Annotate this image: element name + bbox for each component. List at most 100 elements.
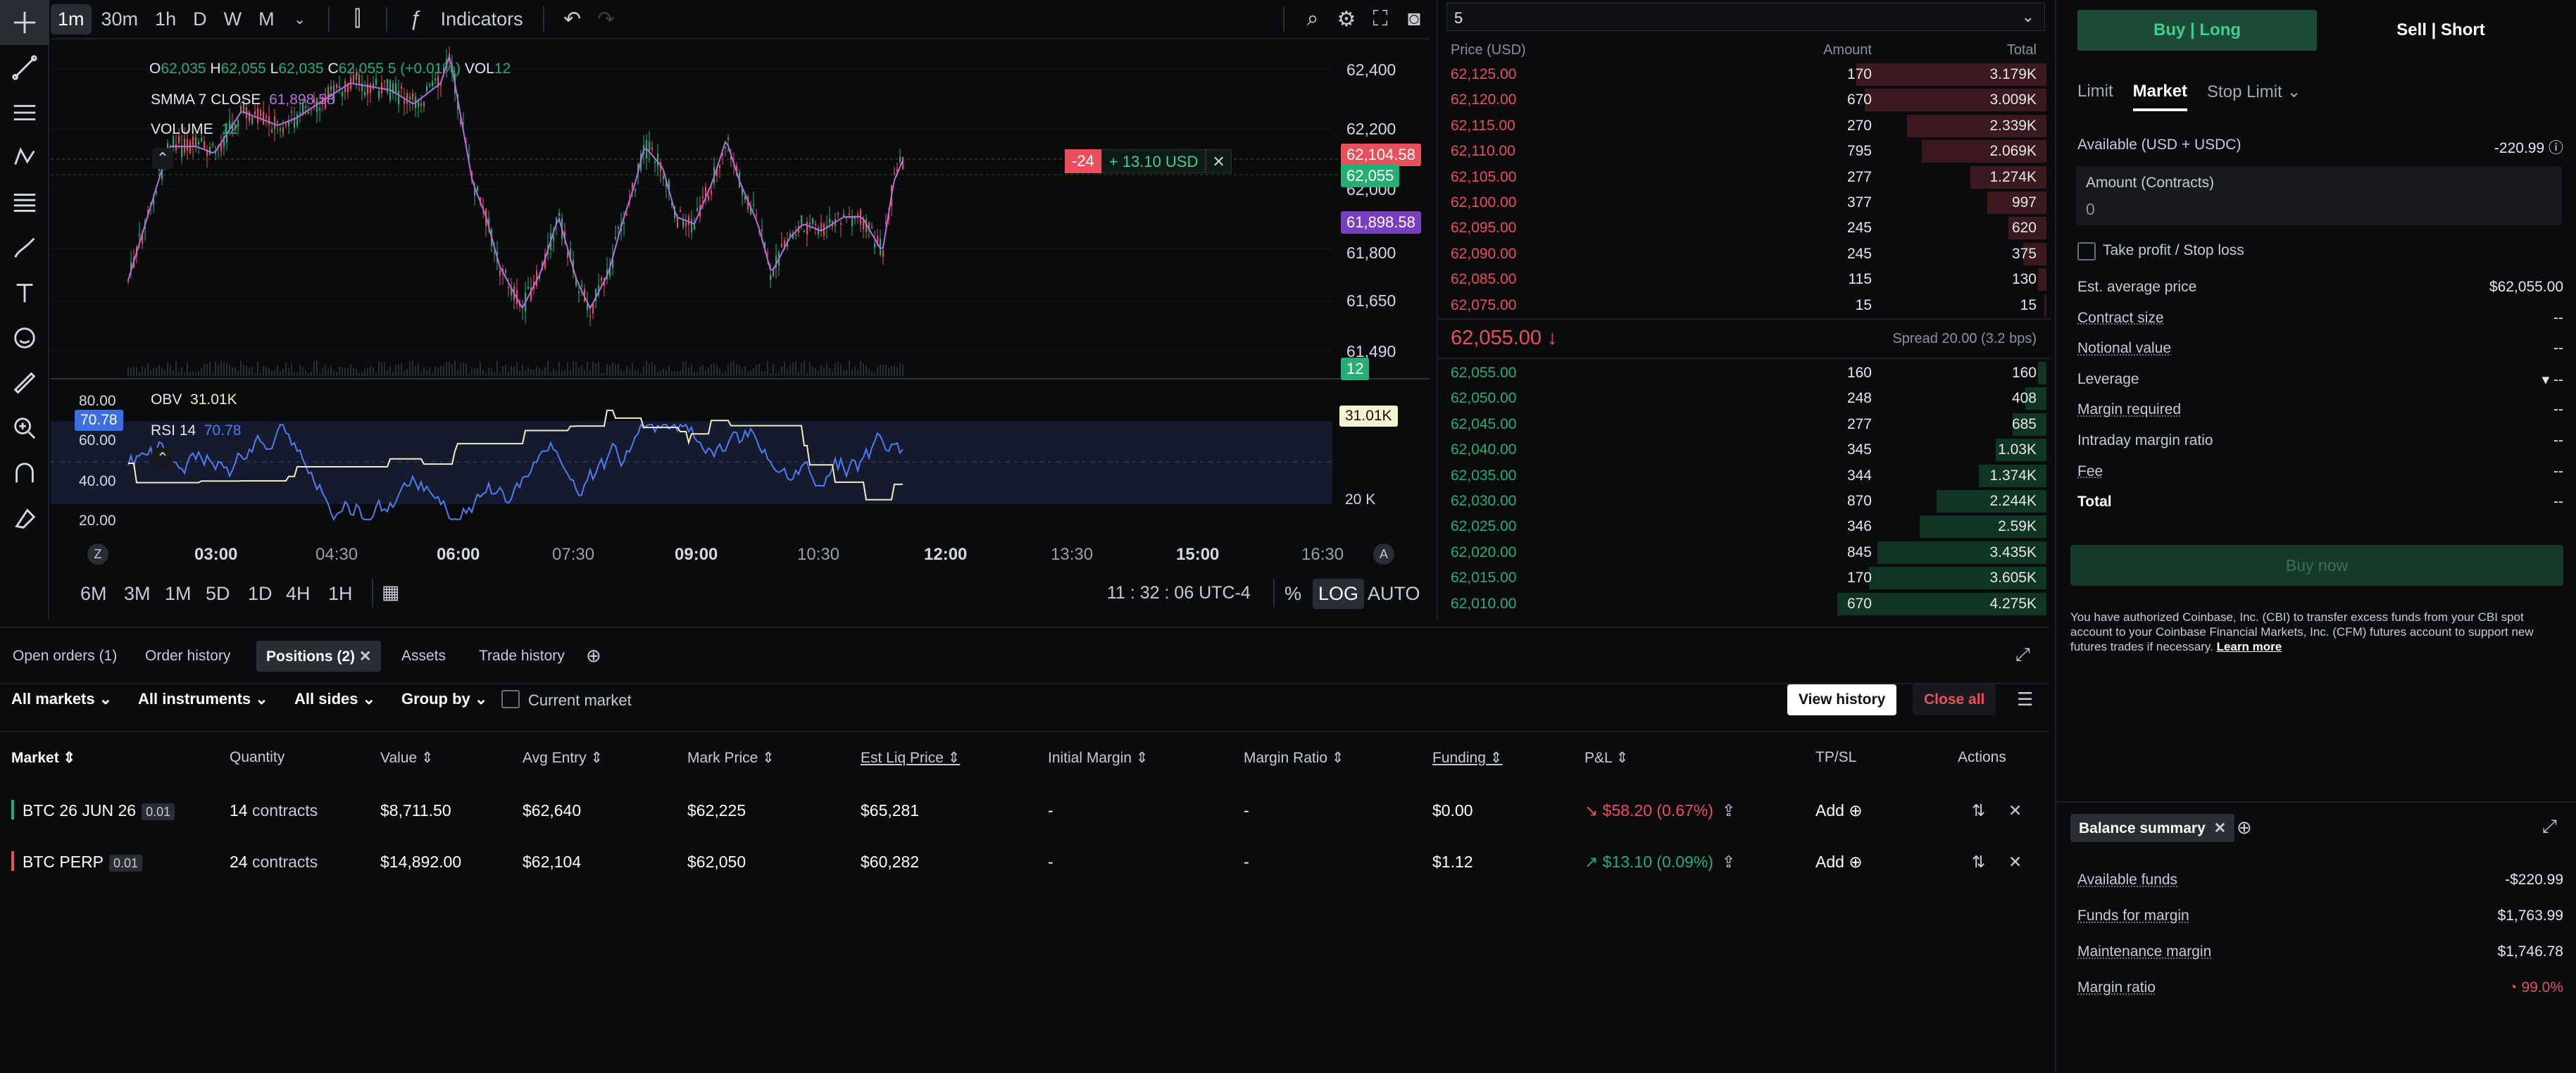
column-header[interactable]: Margin Ratio ⇕ bbox=[1244, 749, 1344, 767]
ask-row[interactable]: 62,075.00 15 15 bbox=[1438, 293, 2051, 318]
tab-market[interactable]: Market bbox=[2132, 82, 2188, 111]
bid-row[interactable]: 62,045.00 277 685 bbox=[1438, 412, 2051, 437]
function-icon[interactable]: ƒ bbox=[400, 4, 431, 34]
hlines-tool[interactable] bbox=[0, 90, 49, 135]
add-tab-icon[interactable]: ⊕ bbox=[2237, 817, 2252, 839]
tab-limit[interactable]: Limit bbox=[2077, 82, 2113, 111]
close-icon[interactable]: ✕ bbox=[2214, 820, 2227, 836]
column-header[interactable]: Value ⇕ bbox=[380, 749, 434, 767]
add-tab-icon[interactable]: ⊕ bbox=[586, 645, 601, 667]
tab-open-orders[interactable]: Open orders (1) bbox=[3, 641, 127, 672]
zoom-tool[interactable] bbox=[0, 406, 49, 451]
brush-tool[interactable] bbox=[0, 225, 49, 270]
timeframe-m[interactable]: M bbox=[251, 4, 282, 34]
ask-row[interactable]: 62,110.00 795 2.069K bbox=[1438, 139, 2051, 164]
ask-row[interactable]: 62,090.00 245 375 bbox=[1438, 241, 2051, 267]
sell-short-tab[interactable]: Sell | Short bbox=[2321, 10, 2561, 51]
collapse-indicator-button[interactable]: ⌃ bbox=[152, 448, 173, 469]
settings-icon[interactable]: ☰ bbox=[2017, 689, 2033, 710]
markets-filter[interactable]: All markets ⌄ bbox=[11, 690, 112, 708]
reverse-position-icon[interactable]: ⇅ bbox=[1972, 853, 1985, 872]
ruler-tool[interactable] bbox=[0, 360, 49, 406]
tpsl-checkbox[interactable] bbox=[2077, 242, 2096, 261]
magnet-tool[interactable] bbox=[0, 451, 49, 496]
expand-icon[interactable]: ⤢ bbox=[2542, 815, 2557, 838]
column-header[interactable]: Initial Margin ⇕ bbox=[1048, 749, 1148, 767]
column-header[interactable]: Avg Entry ⇕ bbox=[523, 749, 603, 767]
chevron-down-icon[interactable]: ⌄ bbox=[285, 4, 315, 34]
balance-summary-tab[interactable]: Balance summary ✕ bbox=[2070, 814, 2235, 842]
camera-icon[interactable]: ◙ bbox=[1399, 4, 1430, 34]
calendar-icon[interactable]: ▦ bbox=[382, 582, 400, 603]
candle-type-icon[interactable]: ⫿ bbox=[342, 4, 373, 34]
share-icon[interactable]: ⇪ bbox=[1722, 801, 1735, 820]
close-icon[interactable]: ✕ bbox=[359, 648, 372, 665]
undo-icon[interactable]: ↶ bbox=[557, 4, 588, 34]
bid-row[interactable]: 62,010.00 670 4.275K bbox=[1438, 591, 2051, 617]
price-chart[interactable]: O62,035 H62,055 L62,035 C62,055 5 (+0.01… bbox=[51, 41, 1430, 618]
group-by-filter[interactable]: Group by ⌄ bbox=[401, 690, 487, 708]
instruments-filter[interactable]: All instruments ⌄ bbox=[138, 690, 268, 708]
sides-filter[interactable]: All sides ⌄ bbox=[294, 690, 375, 708]
share-icon[interactable]: ⇪ bbox=[1722, 853, 1735, 871]
bid-row[interactable]: 62,025.00 346 2.59K bbox=[1438, 514, 2051, 539]
range-1h[interactable]: 1H bbox=[328, 583, 353, 605]
bid-row[interactable]: 62,050.00 248 408 bbox=[1438, 386, 2051, 411]
collapse-legend-button[interactable]: ⌃ bbox=[152, 148, 173, 169]
close-position-icon[interactable]: ✕ bbox=[2008, 853, 2022, 872]
close-position-icon[interactable]: ✕ bbox=[2008, 801, 2022, 820]
fib-tool[interactable] bbox=[0, 180, 49, 225]
tab-positions[interactable]: Positions (2) ✕ bbox=[256, 641, 382, 672]
tab-stop-limit[interactable]: Stop Limit ⌄ bbox=[2207, 82, 2301, 111]
amount-field[interactable]: Amount (Contracts) 0 bbox=[2076, 166, 2562, 225]
zoom-reset-button[interactable]: Z bbox=[87, 544, 108, 565]
info-icon[interactable]: ⓘ bbox=[2549, 140, 2563, 156]
tab-trade-history[interactable]: Trade history bbox=[469, 641, 575, 672]
gear-icon[interactable]: ⚙ bbox=[1331, 4, 1362, 34]
column-header[interactable]: Mark Price ⇕ bbox=[687, 749, 775, 767]
tab-order-history[interactable]: Order history bbox=[135, 641, 240, 672]
auto-scale-button[interactable]: A bbox=[1373, 544, 1394, 565]
aggregation-select[interactable]: 5 ⌄ bbox=[1446, 3, 2045, 31]
tab-assets[interactable]: Assets bbox=[392, 641, 456, 672]
percent-scale-button[interactable]: % bbox=[1284, 583, 1301, 605]
bid-row[interactable]: 62,055.00 160 160 bbox=[1438, 360, 2051, 386]
timeframe-1h[interactable]: 1h bbox=[148, 4, 183, 34]
range-4h[interactable]: 4H bbox=[286, 583, 311, 605]
range-3m[interactable]: 3M bbox=[124, 583, 151, 605]
auto-scale-toggle[interactable]: AUTO bbox=[1368, 583, 1420, 605]
current-market-checkbox[interactable] bbox=[501, 690, 520, 708]
timeframe-d[interactable]: D bbox=[186, 4, 214, 34]
bid-row[interactable]: 62,040.00 345 1.03K bbox=[1438, 437, 2051, 463]
bid-row[interactable]: 62,030.00 870 2.244K bbox=[1438, 489, 2051, 514]
range-1m[interactable]: 1M bbox=[165, 583, 192, 605]
redo-icon[interactable]: ↷ bbox=[591, 4, 622, 34]
ask-row[interactable]: 62,100.00 377 997 bbox=[1438, 190, 2051, 215]
buy-now-button[interactable]: Buy now bbox=[2070, 545, 2563, 586]
ask-row[interactable]: 62,115.00 270 2.339K bbox=[1438, 113, 2051, 139]
emoji-tool[interactable] bbox=[0, 315, 49, 360]
range-1d[interactable]: 1D bbox=[248, 583, 273, 605]
ask-row[interactable]: 62,085.00 115 130 bbox=[1438, 267, 2051, 292]
learn-more-link[interactable]: Learn more bbox=[2217, 640, 2282, 653]
bid-row[interactable]: 62,015.00 170 3.605K bbox=[1438, 565, 2051, 591]
eraser-tool[interactable] bbox=[0, 496, 49, 541]
trendline-tool[interactable] bbox=[0, 45, 49, 90]
column-header[interactable]: Funding ⇕ bbox=[1432, 749, 1502, 767]
text-tool[interactable] bbox=[0, 270, 49, 315]
tpsl-add-button[interactable]: Add ⊕ bbox=[1815, 853, 1863, 872]
close-all-button[interactable]: Close all bbox=[1913, 684, 1996, 715]
column-header[interactable]: P&L ⇕ bbox=[1584, 749, 1628, 767]
column-header[interactable]: Market ⇕ bbox=[11, 749, 75, 767]
expand-icon[interactable]: ⤢ bbox=[2015, 644, 2030, 666]
indicators-button[interactable]: Indicators bbox=[434, 4, 530, 34]
bid-row[interactable]: 62,035.00 344 1.374K bbox=[1438, 463, 2051, 489]
ask-row[interactable]: 62,125.00 170 3.179K bbox=[1438, 62, 2051, 87]
ask-row[interactable]: 62,095.00 245 620 bbox=[1438, 215, 2051, 241]
chart-canvas[interactable] bbox=[51, 41, 1430, 576]
bid-row[interactable]: 62,020.00 845 3.435K bbox=[1438, 540, 2051, 565]
buy-long-tab[interactable]: Buy | Long bbox=[2077, 10, 2317, 51]
search-settings-icon[interactable]: ⌕ bbox=[1297, 4, 1328, 34]
reverse-position-icon[interactable]: ⇅ bbox=[1972, 801, 1985, 820]
log-scale-button[interactable]: LOG bbox=[1313, 579, 1365, 609]
